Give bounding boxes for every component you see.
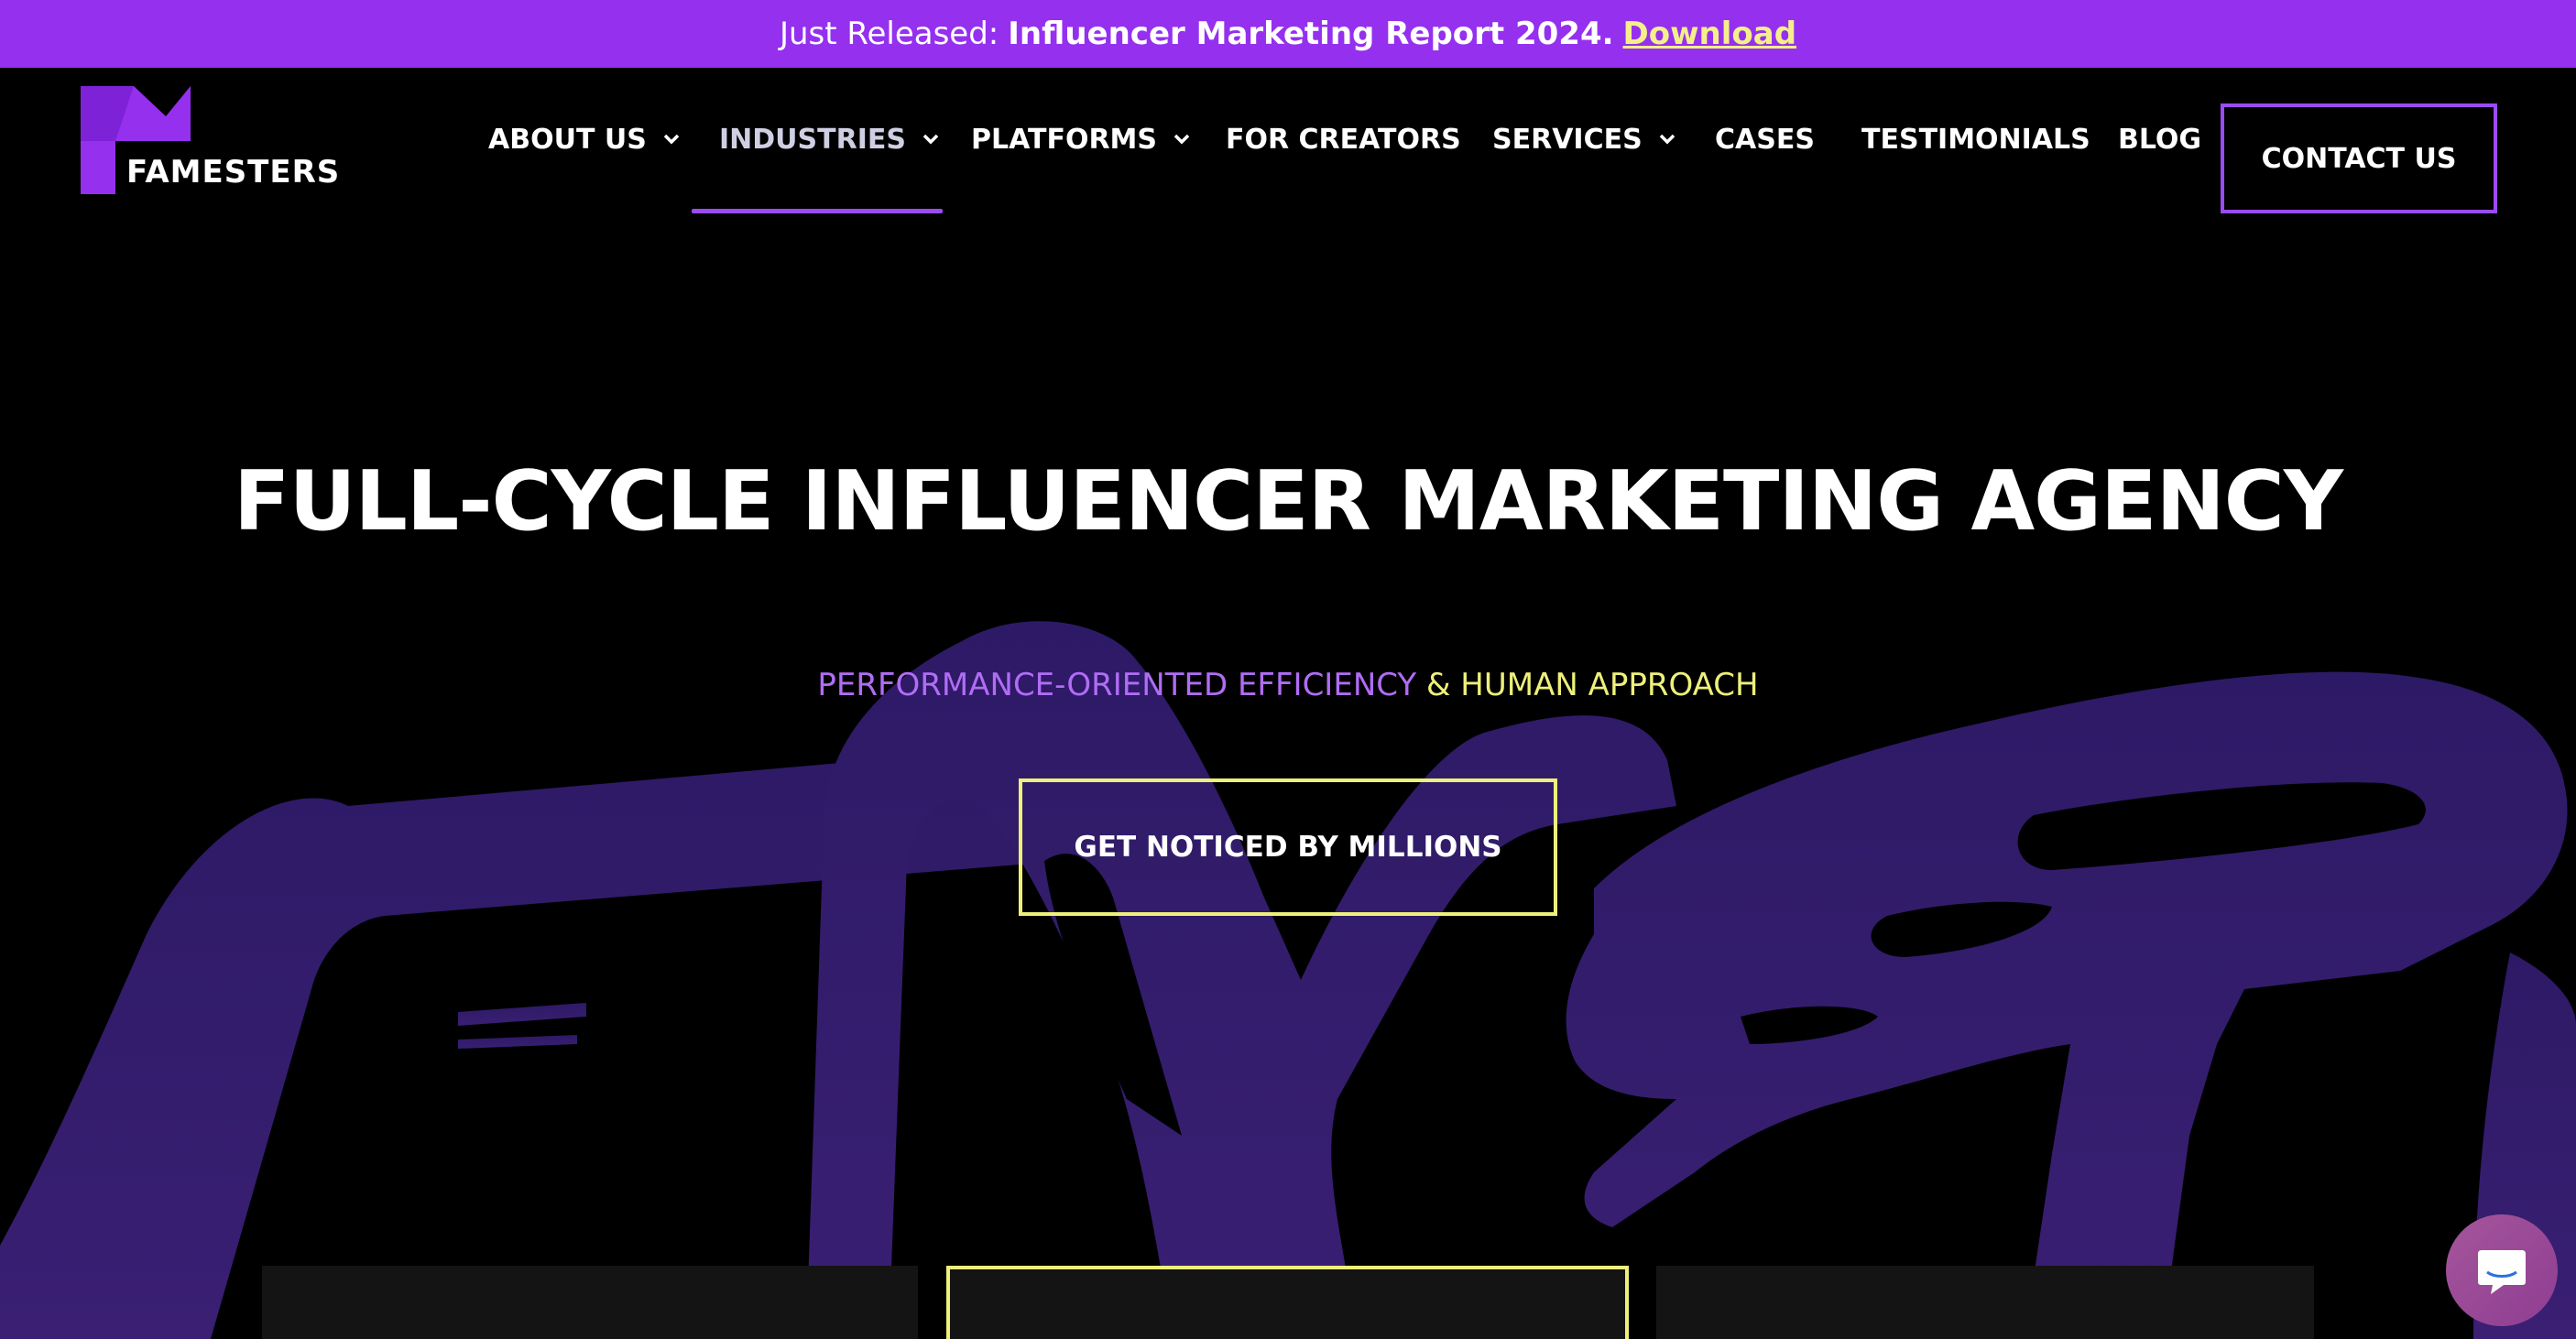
announcement-report-title: Influencer Marketing Report 2024. [1008, 16, 1614, 52]
get-noticed-button[interactable]: GET NOTICED BY MILLIONS [1019, 778, 1557, 916]
nav-item-label: PLATFORMS [971, 123, 1158, 156]
hero-subtitle-part2: & HUMAN APPROACH [1425, 667, 1759, 703]
nav-item-label: SERVICES [1492, 123, 1643, 156]
feature-card-center[interactable] [946, 1266, 1629, 1339]
announcement-lead: Just Released: [779, 16, 999, 52]
active-nav-indicator [692, 209, 943, 213]
hero-subtitle-part1: PERFORMANCE-ORIENTED EFFICIENCY [817, 667, 1417, 703]
hero-subtitle: PERFORMANCE-ORIENTED EFFICIENCY & HUMAN … [0, 667, 2576, 703]
feature-card-right[interactable] [1656, 1266, 2314, 1339]
chevron-down-icon [1659, 134, 1675, 145]
download-link[interactable]: Download [1623, 16, 1797, 52]
nav-item-label: ABOUT US [488, 123, 647, 156]
announcement-bar: Just Released: Influencer Marketing Repo… [0, 0, 2576, 68]
contact-us-button[interactable]: CONTACT US [2221, 103, 2497, 213]
nav-item-label: FOR CREATORS [1226, 123, 1461, 156]
nav-item-label: TESTIMONIALS [1861, 123, 2090, 156]
nav-item-label: CASES [1715, 123, 1815, 156]
nav-item-label: BLOG [2118, 123, 2202, 156]
feature-card-left[interactable] [262, 1266, 918, 1339]
main-navigation: ABOUT US INDUSTRIES PLATFORMS FOR CREATO… [0, 68, 2576, 214]
chat-bubble-icon [2478, 1250, 2526, 1294]
chevron-down-icon [922, 134, 939, 145]
chevron-down-icon [663, 134, 680, 145]
nav-item-label: INDUSTRIES [719, 123, 906, 156]
hero-title: FULL-CYCLE INFLUENCER MARKETING AGENCY [234, 453, 2343, 550]
chat-widget-button[interactable] [2446, 1214, 2558, 1326]
chevron-down-icon [1173, 134, 1190, 145]
